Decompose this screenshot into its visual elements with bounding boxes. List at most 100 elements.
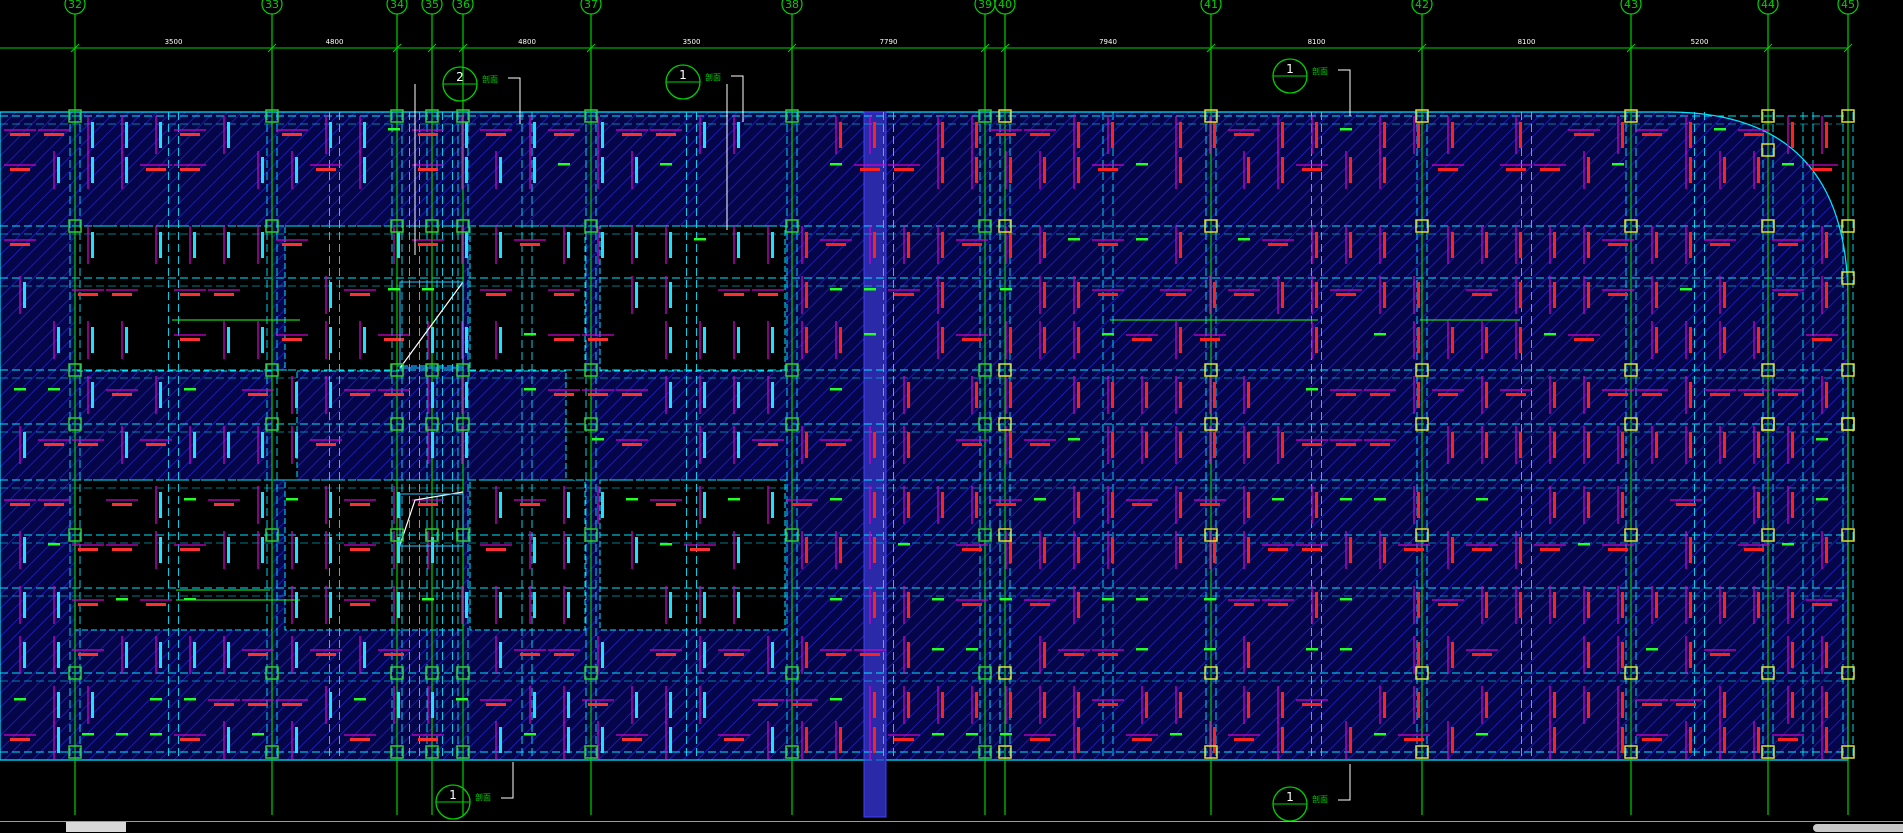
slab-thickness-mark [1476,733,1488,736]
rebar-label-mark [316,443,336,446]
rebar-label-mark [1553,727,1556,753]
rebar-label-mark [1519,432,1522,458]
rebar-label-mark [703,642,706,668]
rebar-label-mark [839,327,842,353]
rebar-label-mark [1383,157,1386,183]
rebar-label-mark [486,293,506,296]
rebar-label-mark [533,592,536,618]
rebar-label-mark [78,443,98,446]
rebar-label-mark [1111,382,1114,408]
axis-label: 43 [1624,0,1638,11]
rebar-label-mark [1077,692,1080,718]
section-note: 剖面 [1312,794,1328,804]
dimension-text: 7790 [880,38,898,46]
rebar-label-mark [1553,492,1556,518]
rebar-label-mark [962,338,982,341]
rebar-label-mark [1791,432,1794,458]
rebar-label-mark [1200,503,1220,506]
rebar-label-mark [1553,232,1556,258]
rebar-label-mark [1621,592,1624,618]
rebar-label-mark [1315,327,1318,353]
slab-thickness-mark [830,163,842,166]
rebar-label-mark [1723,282,1726,308]
rebar-label-mark [805,537,808,563]
slab-thickness-mark [252,733,264,736]
rebar-label-mark [23,642,26,668]
rebar-label-mark [907,592,910,618]
rebar-label-mark [350,393,370,396]
rebar-label-mark [384,338,404,341]
rebar-label-mark [1519,122,1522,148]
rebar-label-mark [1030,443,1050,446]
slab-thickness-mark [864,288,876,291]
rebar-label-mark [193,432,196,458]
axis-label: 41 [1204,0,1218,11]
rebar-label-mark [703,327,706,353]
rebar-label-mark [1689,382,1692,408]
slab-thickness-mark [1374,733,1386,736]
rebar-label-mark [1077,282,1080,308]
rebar-label-mark [1179,232,1182,258]
rebar-label-mark [1812,338,1832,341]
rebar-label-mark [839,122,842,148]
rebar-label-mark [1336,293,1356,296]
rebar-label-mark [91,122,94,148]
rebar-label-mark [193,232,196,258]
axis-label: 37 [584,0,598,11]
rebar-label-mark [1642,738,1662,741]
rebar-label-mark [295,157,298,183]
rebar-label-mark [1723,592,1726,618]
slab-thickness-mark [830,498,842,501]
rebar-label-mark [1757,157,1760,183]
rebar-label-mark [737,232,740,258]
rebar-label-mark [1791,642,1794,668]
rebar-label-mark [533,537,536,563]
rebar-label-mark [418,738,438,741]
rebar-label-mark [261,537,264,563]
rebar-label-mark [1098,293,1118,296]
dimension-text: 5200 [1691,38,1709,46]
rebar-label-mark [1472,548,1492,551]
rebar-label-mark [363,642,366,668]
rebar-label-mark [907,432,910,458]
rebar-label-mark [1247,692,1250,718]
rebar-label-mark [295,432,298,458]
rebar-label-mark [1383,692,1386,718]
rebar-label-mark [295,537,298,563]
rebar-label-mark [1009,432,1012,458]
rebar-label-mark [996,503,1016,506]
rebar-label-mark [350,293,370,296]
cad-status-bar [0,821,1903,833]
slab-thickness-mark [456,698,468,701]
rebar-label-mark [248,653,268,656]
rebar-label-mark [1655,232,1658,258]
rebar-label-mark [1689,232,1692,258]
rebar-label-mark [1812,168,1832,171]
rebar-label-mark [350,603,370,606]
rebar-label-mark [146,443,166,446]
layout-tab-strip[interactable] [66,822,126,832]
rebar-label-mark [1077,537,1080,563]
rebar-label-mark [1179,492,1182,518]
rebar-label-mark [873,692,876,718]
rebar-label-mark [533,122,536,148]
slab-opening [271,369,298,481]
rebar-label-mark [1710,393,1730,396]
rebar-label-mark [703,492,706,518]
rebar-label-mark [1506,393,1526,396]
rebar-label-mark [1247,537,1250,563]
rebar-label-mark [567,727,570,753]
rebar-label-mark [737,327,740,353]
rebar-label-mark [737,122,740,148]
rebar-label-mark [384,393,404,396]
rebar-label-mark [282,703,302,706]
rebar-label-mark [282,338,302,341]
slab-thickness-mark [184,388,196,391]
rebar-label-mark [1043,537,1046,563]
status-bar-control[interactable] [1813,824,1903,832]
rebar-label-mark [125,327,128,353]
rebar-label-mark [1791,592,1794,618]
slab-thickness-mark [592,438,604,441]
section-cut-line [1338,764,1351,801]
rebar-label-mark [1553,382,1556,408]
